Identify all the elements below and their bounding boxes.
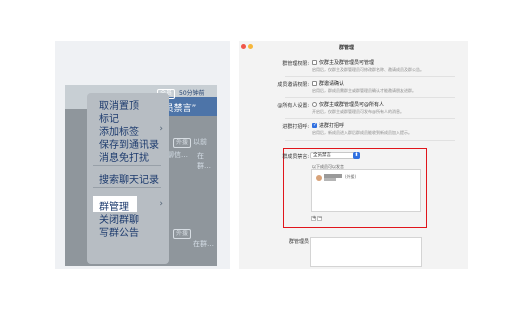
mention-all-desc: 开启后，仅群主或群管理员可发布@所有人的消息。 xyxy=(312,109,404,114)
section-divider xyxy=(285,76,455,77)
menu-item-write-announcement[interactable]: 写群公告 xyxy=(99,224,139,239)
group-management-window: 群管理 群管理权限: 仅群主及群管理员可管理 启用后，仅群主及群管理员可修改群名… xyxy=(239,41,468,269)
chat-preview-5: 在群… xyxy=(193,240,214,248)
minimize-window-icon[interactable] xyxy=(248,44,253,49)
chevron-right-icon: › xyxy=(159,124,163,134)
window-title: 群管理 xyxy=(339,45,355,51)
avatar xyxy=(316,175,322,181)
chevron-right-icon: › xyxy=(159,199,163,209)
chat-tag-1: 外援 xyxy=(173,138,192,148)
admin-only-checkbox[interactable] xyxy=(312,60,317,65)
greeting-desc: 启用后，新成员进入群后群成员能收到新成员加入提示。 xyxy=(312,130,412,135)
admin-list-box[interactable] xyxy=(310,237,422,267)
chat-tag-2: 外援 xyxy=(173,229,192,239)
invite-confirm-desc: 启用后，群成员需群主或群管理员确认才能邀请朋友进群。 xyxy=(312,88,416,93)
select-arrows-icon: ⬍ xyxy=(353,152,360,159)
greeting-checkbox[interactable] xyxy=(312,122,317,128)
menu-separator xyxy=(93,165,161,166)
menu-item-search-history[interactable]: 搜索聊天记录 xyxy=(99,171,159,186)
context-menu-screenshot: 全员 50分钟前 “全员禁言” 外援 以前 群聊信… 在群… @1 外援 在群…… xyxy=(55,41,230,269)
redacted-member-name-secondary xyxy=(324,178,336,181)
greeting-option: 进群打招呼 xyxy=(319,123,345,129)
section-divider xyxy=(285,97,455,98)
section-divider xyxy=(285,118,455,119)
chat-preview-3: 在群… xyxy=(197,152,211,170)
menu-item-mute-notifications[interactable]: 消息免打扰 xyxy=(99,149,149,164)
admin-section-label: 群管理员 xyxy=(288,239,309,245)
add-member-button[interactable]: + xyxy=(311,216,316,221)
timestamp-label: 50分钟前 xyxy=(179,90,205,97)
mute-members-label: 群成员禁言: xyxy=(282,154,309,160)
greeting-label: 进群打招呼: xyxy=(282,124,309,130)
remove-member-button[interactable]: − xyxy=(317,216,322,221)
mention-all-option: 仅群主或群管理员可@所有人 xyxy=(319,102,385,108)
member-tag: (外援) xyxy=(345,174,357,179)
allowed-members-list[interactable]: (外援) xyxy=(311,169,421,212)
context-menu: 取消置顶 标记 添加标签 › 保存到通讯录 消息免打扰 搜索聊天记录 群管理 ›… xyxy=(87,93,169,264)
invite-permission-label: 成员邀请权限: xyxy=(277,82,309,88)
menu-separator xyxy=(93,187,161,188)
mention-all-radio[interactable] xyxy=(312,102,317,107)
admin-permission-label: 群管理权限: xyxy=(282,61,309,67)
mute-mode-value: 全员禁言 xyxy=(313,153,331,158)
admin-only-option: 仅群主及群管理员可管理 xyxy=(319,60,375,66)
section-divider xyxy=(285,140,455,141)
mute-mode-select[interactable]: 全员禁言 ⬍ xyxy=(310,152,360,159)
admin-only-desc: 启用后，仅群主及群管理员可修改群名称、邀请成员及群公告。 xyxy=(312,67,424,72)
invite-confirm-option: 群邀请确认 xyxy=(319,81,345,87)
close-window-icon[interactable] xyxy=(241,44,246,49)
invite-confirm-checkbox[interactable] xyxy=(312,81,317,86)
mention-all-label: @所有人设置: xyxy=(277,103,309,109)
chat-preview-1: 以前 xyxy=(193,138,207,146)
